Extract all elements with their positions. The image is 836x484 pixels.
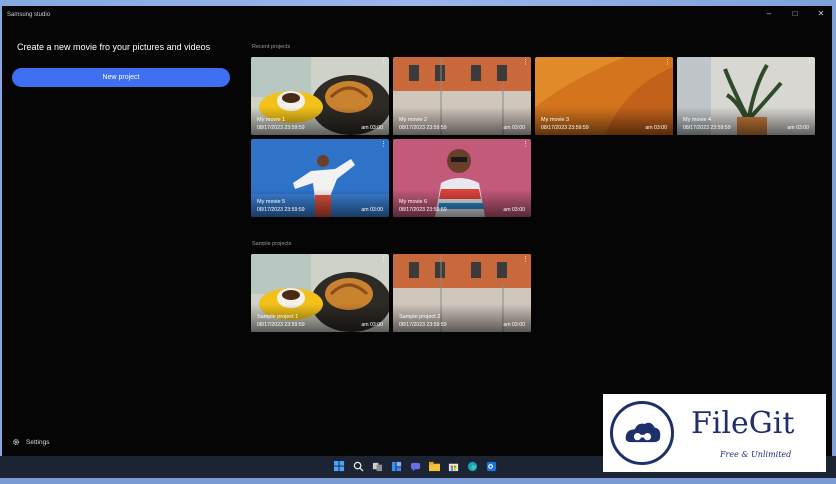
settings-link[interactable]: Settings — [12, 438, 50, 446]
project-date: 08/17/2023 23:59:59 — [257, 207, 305, 213]
project-time: am 03:00 — [503, 322, 525, 328]
more-options-icon[interactable]: ⋮ — [664, 59, 671, 66]
project-name: My movie 1 — [257, 117, 286, 123]
project-name: Sample project 2 — [399, 314, 441, 320]
project-name: My movie 5 — [257, 199, 286, 205]
create-headline: Create a new movie fro your pictures and… — [17, 42, 211, 52]
more-options-icon[interactable]: ⋮ — [806, 59, 813, 66]
project-date: 08/17/2023 23:59:59 — [257, 322, 305, 328]
project-date: 08/17/2023 23:59:59 — [257, 125, 305, 131]
maximize-button[interactable]: □ — [790, 8, 800, 20]
project-time: am 03:00 — [503, 125, 525, 131]
recent-project-card[interactable]: ⋮ My movie 6 08/17/2023 23:59:59 am 03:0… — [393, 139, 531, 217]
left-pane: Create a new movie fro your pictures and… — [2, 24, 242, 456]
project-name: Sample project 1 — [257, 314, 299, 320]
filegit-logo — [610, 401, 674, 465]
project-date: 08/17/2023 23:59:59 — [399, 207, 447, 213]
sample-project-card[interactable]: ⋮ Sample project 1 08/17/2023 23:59:59 a… — [251, 254, 389, 332]
more-options-icon[interactable]: ⋮ — [380, 256, 387, 263]
edge-icon[interactable] — [466, 460, 478, 472]
more-options-icon[interactable]: ⋮ — [380, 141, 387, 148]
taskbar-icons — [333, 460, 497, 472]
watermark-tagline: Free & Unlimited — [720, 450, 792, 459]
search-icon[interactable] — [352, 460, 364, 472]
app-window: Samsung studio – □ ✕ Create a new movie … — [2, 6, 832, 456]
project-time: am 03:00 — [503, 207, 525, 213]
filegit-watermark: FileGit Free & Unlimited — [603, 394, 826, 472]
more-options-icon[interactable]: ⋮ — [522, 59, 529, 66]
new-project-button[interactable]: New project — [12, 68, 230, 87]
project-time: am 03:00 — [361, 207, 383, 213]
sample-projects-label: Sample projects — [252, 241, 292, 247]
windows-start-icon[interactable] — [333, 460, 345, 472]
recent-project-card[interactable]: ⋮ My movie 1 08/17/2023 23:59:59 am 03:0… — [251, 57, 389, 135]
more-options-icon[interactable]: ⋮ — [522, 141, 529, 148]
bottom-strip — [0, 478, 836, 484]
project-time: am 03:00 — [361, 125, 383, 131]
recent-project-card[interactable]: ⋮ My movie 3 08/17/2023 23:59:59 am 03:0… — [535, 57, 673, 135]
project-name: My movie 2 — [399, 117, 428, 123]
app-title: Samsung studio — [7, 12, 51, 18]
file-explorer-icon[interactable] — [428, 460, 440, 472]
task-view-icon[interactable] — [371, 460, 383, 472]
title-bar: Samsung studio – □ ✕ — [2, 6, 832, 24]
project-time: am 03:00 — [787, 125, 809, 131]
store-icon[interactable] — [447, 460, 459, 472]
project-name: My movie 4 — [683, 117, 712, 123]
teams-chat-icon[interactable] — [409, 460, 421, 472]
recent-project-card[interactable]: ⋮ My movie 4 08/17/2023 23:59:59 am 03:0… — [677, 57, 815, 135]
project-time: am 03:00 — [361, 322, 383, 328]
sample-project-card[interactable]: ⋮ Sample project 2 08/17/2023 23:59:59 a… — [393, 254, 531, 332]
recent-project-card[interactable]: ⋮ My movie 2 08/17/2023 23:59:59 am 03:0… — [393, 57, 531, 135]
widgets-icon[interactable] — [390, 460, 402, 472]
more-options-icon[interactable]: ⋮ — [522, 256, 529, 263]
close-button[interactable]: ✕ — [816, 8, 826, 20]
outlook-icon[interactable] — [485, 460, 497, 472]
project-name: My movie 6 — [399, 199, 428, 205]
watermark-brand: FileGit — [691, 406, 795, 441]
project-name: My movie 3 — [541, 117, 570, 123]
recent-projects-label: Recent projects — [252, 44, 291, 50]
minimize-button[interactable]: – — [764, 8, 774, 20]
gear-icon — [13, 439, 19, 445]
more-options-icon[interactable]: ⋮ — [380, 59, 387, 66]
desktop-frame: Samsung studio – □ ✕ Create a new movie … — [0, 0, 836, 484]
project-date: 08/17/2023 23:59:59 — [399, 125, 447, 131]
project-time: am 03:00 — [645, 125, 667, 131]
recent-project-card[interactable]: ⋮ My movie 5 08/17/2023 23:59:59 am 03:0… — [251, 139, 389, 217]
window-controls: – □ ✕ — [764, 8, 826, 20]
project-date: 08/17/2023 23:59:59 — [399, 322, 447, 328]
project-date: 08/17/2023 23:59:59 — [683, 125, 731, 131]
settings-label: Settings — [26, 438, 50, 446]
project-date: 08/17/2023 23:59:59 — [541, 125, 589, 131]
